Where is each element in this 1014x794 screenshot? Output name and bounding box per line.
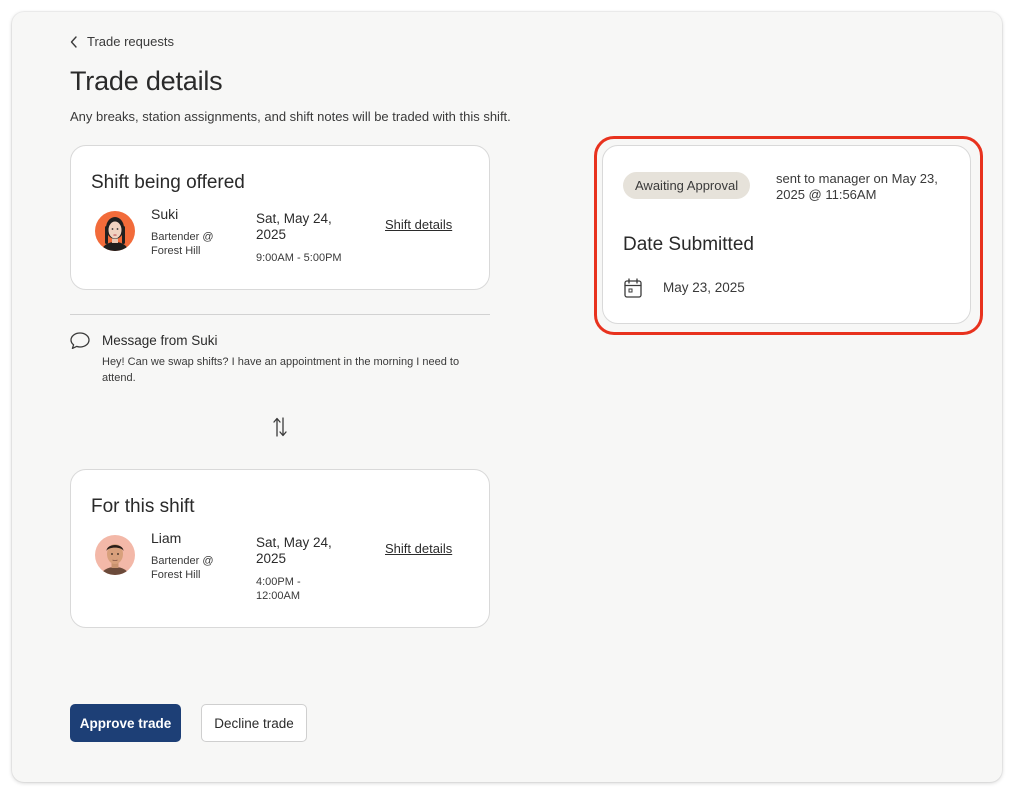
swap-arrows-icon [272,416,288,443]
target-shift-title: For this shift [91,496,195,517]
avatar-suki [95,211,135,251]
page-subtitle: Any breaks, station assignments, and shi… [70,109,511,124]
decline-trade-button[interactable]: Decline trade [201,704,307,742]
approve-trade-button[interactable]: Approve trade [70,704,181,742]
highlight-outline [594,136,983,335]
breadcrumb[interactable]: Trade requests [70,34,174,49]
offered-shift-date: Sat, May 24, 2025 [256,211,332,242]
target-shift-card: For this shift Liam Bartender @ Forest H… [70,469,490,628]
message-body: Hey! Can we swap shifts? I have an appoi… [102,356,460,384]
target-shift-time: 4:00PM - 12:00AM [256,576,301,602]
target-shift-details-link[interactable]: Shift details [385,541,452,556]
breadcrumb-label: Trade requests [87,34,174,49]
offered-person-name: Suki [151,206,179,222]
chevron-left-icon [70,35,78,48]
offered-shift-card: Shift being offered Suki Bartender @ For… [70,145,490,290]
speech-bubble-icon [69,331,91,356]
offered-shift-details-link[interactable]: Shift details [385,217,452,232]
avatar-liam [95,535,135,575]
offered-person-role: Bartender @ Forest Hill [151,231,214,257]
offered-shift-title: Shift being offered [91,172,245,193]
message-title: Message from Suki [102,333,218,348]
offered-shift-time: 9:00AM - 5:00PM [256,252,342,264]
target-person-name: Liam [151,530,182,546]
target-shift-date: Sat, May 24, 2025 [256,535,332,566]
app-window: Trade requests Trade details Any breaks,… [12,12,1002,782]
target-person-role: Bartender @ Forest Hill [151,555,214,581]
page-title: Trade details [70,66,223,96]
divider [70,314,490,315]
